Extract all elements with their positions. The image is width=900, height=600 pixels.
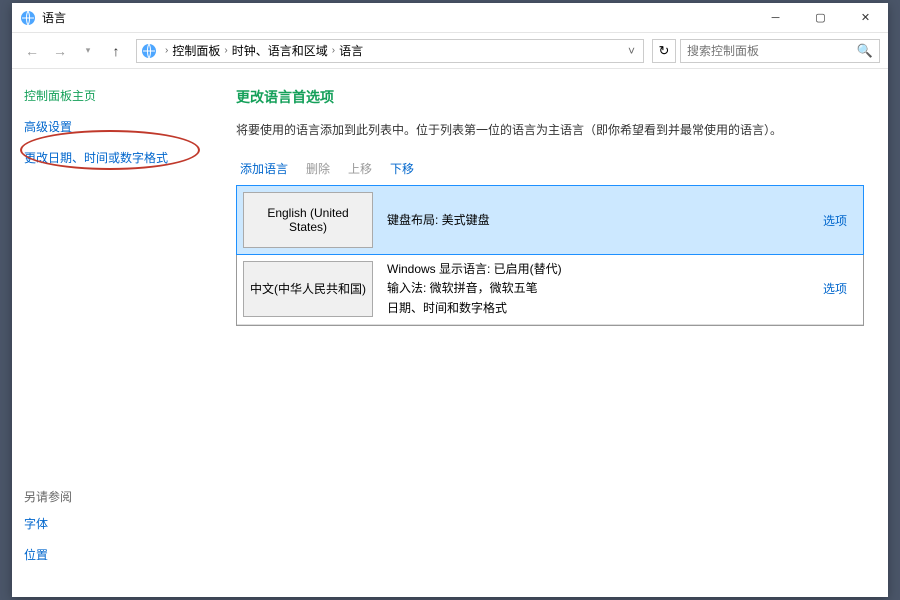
content-body: 控制面板主页 高级设置 更改日期、时间或数字格式 另请参阅 字体 位置 更改语言… — [12, 69, 888, 597]
minimize-button[interactable]: ─ — [753, 3, 798, 33]
see-also-section: 另请参阅 字体 位置 — [24, 488, 72, 577]
refresh-button[interactable]: ↻ — [652, 39, 676, 63]
see-also-title: 另请参阅 — [24, 488, 72, 505]
titlebar: 语言 ─ ▢ ✕ — [12, 3, 888, 33]
breadcrumb-item[interactable]: 时钟、语言和区域 — [232, 42, 328, 59]
search-icon: 🔍 — [857, 43, 873, 59]
chevron-right-icon: › — [224, 45, 227, 56]
remove-link[interactable]: 删除 — [306, 160, 330, 177]
move-up-link[interactable]: 上移 — [348, 160, 372, 177]
language-name-box: 中文(中华人民共和国) — [243, 261, 373, 317]
breadcrumb-item[interactable]: 语言 — [339, 42, 363, 59]
sidebar: 控制面板主页 高级设置 更改日期、时间或数字格式 另请参阅 字体 位置 — [12, 69, 212, 597]
language-options-link[interactable]: 选项 — [823, 212, 847, 229]
language-icon — [20, 10, 36, 26]
language-row[interactable]: 中文(中华人民共和国)Windows 显示语言: 已启用(替代)输入法: 微软拼… — [237, 254, 863, 325]
sidebar-advanced[interactable]: 高级设置 — [24, 118, 200, 135]
window-title: 语言 — [42, 9, 753, 26]
search-input[interactable] — [687, 44, 857, 58]
maximize-button[interactable]: ▢ — [798, 3, 843, 33]
control-panel-window: 语言 ─ ▢ ✕ ← → ▾ ↑ › 控制面板 › 时钟、语言和区域 › 语言 … — [12, 3, 888, 597]
main-content: 更改语言首选项 将要使用的语言添加到此列表中。位于列表第一位的语言为主语言（即你… — [212, 69, 888, 597]
language-details: 键盘布局: 美式键盘 — [387, 211, 823, 230]
language-icon — [141, 43, 157, 59]
page-title: 更改语言首选项 — [236, 87, 864, 107]
page-description: 将要使用的语言添加到此列表中。位于列表第一位的语言为主语言（即你希望看到并最常使… — [236, 121, 864, 140]
breadcrumb[interactable]: › 控制面板 › 时钟、语言和区域 › 语言 ˅ — [136, 39, 644, 63]
breadcrumb-item[interactable]: 控制面板 — [172, 42, 220, 59]
sidebar-datetime-format[interactable]: 更改日期、时间或数字格式 — [24, 149, 200, 166]
toolbar: 添加语言 删除 上移 下移 — [236, 160, 864, 177]
add-language-link[interactable]: 添加语言 — [240, 160, 288, 177]
close-button[interactable]: ✕ — [843, 3, 888, 33]
breadcrumb-dropdown[interactable]: ˅ — [624, 44, 639, 58]
language-options-link[interactable]: 选项 — [823, 280, 847, 297]
chevron-right-icon: › — [332, 45, 335, 56]
window-controls: ─ ▢ ✕ — [753, 3, 888, 33]
recent-dropdown[interactable]: ▾ — [76, 39, 100, 63]
chevron-right-icon: › — [165, 45, 168, 56]
language-list: English (United States)键盘布局: 美式键盘选项中文(中华… — [236, 185, 864, 326]
forward-button[interactable]: → — [48, 39, 72, 63]
sidebar-location[interactable]: 位置 — [24, 546, 72, 563]
sidebar-home[interactable]: 控制面板主页 — [24, 87, 200, 104]
up-button[interactable]: ↑ — [104, 39, 128, 63]
language-details: Windows 显示语言: 已启用(替代)输入法: 微软拼音，微软五笔日期、时间… — [387, 260, 823, 318]
sidebar-font[interactable]: 字体 — [24, 515, 72, 532]
back-button[interactable]: ← — [20, 39, 44, 63]
navbar: ← → ▾ ↑ › 控制面板 › 时钟、语言和区域 › 语言 ˅ ↻ 🔍 — [12, 33, 888, 69]
search-box[interactable]: 🔍 — [680, 39, 880, 63]
move-down-link[interactable]: 下移 — [390, 160, 414, 177]
language-row[interactable]: English (United States) 键盘布局: 美式键盘选项 — [236, 185, 864, 255]
language-name-box: English (United States) — [243, 192, 373, 248]
